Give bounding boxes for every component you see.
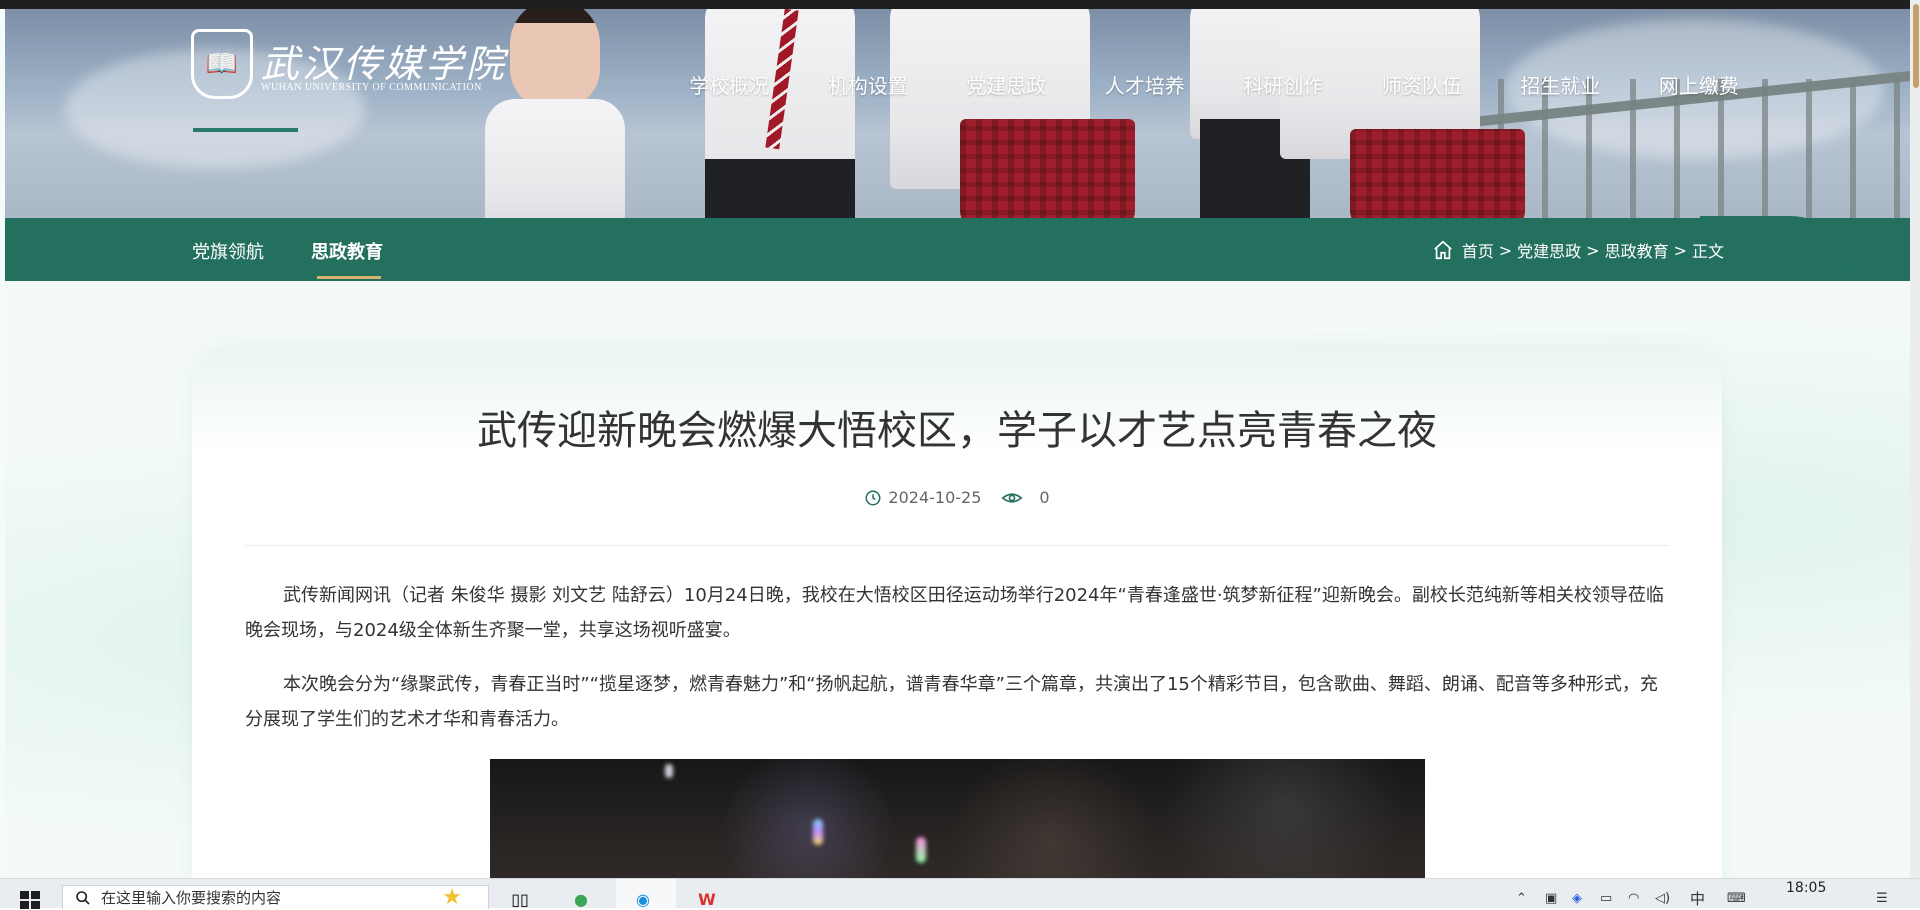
windows-taskbar: 在这里输入你要搜索的内容 ★ ▯▯ ● ◉ W ⌃ ▣ ◈ ▭ ◠ ◁) 中 ⌨… (0, 878, 1920, 910)
browser-top-strip (0, 0, 1910, 9)
chevron-up-icon[interactable]: ⌃ (1516, 891, 1527, 906)
nav-item-departments[interactable]: 机构设置 (799, 70, 938, 99)
article-photo (490, 759, 1425, 878)
article-date: 2024-10-25 (888, 488, 982, 507)
clock-icon (865, 490, 881, 505)
task-view-icon[interactable]: ▯▯ (507, 889, 533, 909)
home-icon (1433, 240, 1452, 260)
windows-start-button[interactable] (20, 891, 40, 909)
notification-icon[interactable]: ☰ (1876, 891, 1888, 906)
banner-student-skirt (1350, 129, 1525, 218)
eye-icon (1001, 492, 1024, 503)
search-icon (76, 890, 90, 905)
wechat-icon[interactable]: ● (568, 889, 594, 909)
article-paragraph: 武传新闻网讯（记者 朱俊华 摄影 刘文艺 陆舒云）10月24日晚，我校在大悟校区… (245, 585, 1664, 641)
breadcrumb-ideological-education[interactable]: 思政教育 (1605, 238, 1669, 262)
main-nav: 学校概况 机构设置 党建思政 人才培养 科研创作 师资队伍 招生就业 网上缴费 (660, 70, 1768, 99)
browser-viewport: 📖 武汉传媒学院 WUHAN UNIVERSITY OF COMMUNICATI… (0, 0, 1920, 878)
nav-item-admissions[interactable]: 招生就业 (1491, 70, 1630, 99)
wps-icon[interactable]: W (694, 889, 720, 909)
photo-light-stick (813, 819, 823, 845)
breadcrumb-current: 正文 (1691, 242, 1724, 261)
input-method-indicator[interactable]: 中 (1690, 888, 1705, 909)
article-title: 武传迎新晚会燃爆大悟校区，学子以才艺点亮青春之夜 (477, 408, 1437, 454)
article-view-count: 0 (1039, 488, 1050, 507)
article-views-group: 0 (1001, 488, 1050, 507)
logo-emblem-icon: 📖 (191, 29, 253, 99)
breadcrumb-separator: > (1673, 240, 1687, 260)
banner-student-pants (705, 159, 855, 218)
site-logo[interactable]: 📖 武汉传媒学院 WUHAN UNIVERSITY OF COMMUNICATI… (191, 29, 504, 109)
taskbar-search-placeholder: 在这里输入你要搜索的内容 (101, 889, 282, 907)
wifi-icon[interactable]: ◠ (1628, 891, 1639, 906)
banner-student (485, 99, 625, 218)
photo-light (665, 764, 673, 778)
nav-item-overview[interactable]: 学校概况 (660, 70, 799, 99)
breadcrumb-party-building[interactable]: 党建思政 (1517, 238, 1581, 262)
battery-icon[interactable]: ▭ (1600, 891, 1612, 906)
nav-item-online-payment[interactable]: 网上缴费 (1630, 70, 1769, 99)
article-meta: 2024-10-25 0 (192, 488, 1722, 507)
nav-item-faculty[interactable]: 师资队伍 (1353, 70, 1492, 99)
banner-student-face (510, 9, 600, 109)
breadcrumb-separator: > (1586, 240, 1600, 260)
article-date-group: 2024-10-25 (864, 488, 981, 507)
logo-name: 武汉传媒学院 (261, 42, 508, 86)
banner-student-skirt (960, 119, 1135, 218)
nav-item-party-building[interactable]: 党建思政 (937, 70, 1076, 99)
breadcrumb: 首页 > 党建思政 > 思政教育 > 正文 (1432, 238, 1724, 262)
taskbar-search-box[interactable]: 在这里输入你要搜索的内容 ★ (62, 885, 489, 910)
tray-security-icon[interactable]: ◈ (1572, 891, 1582, 906)
nav-item-talent-training[interactable]: 人才培养 (1076, 70, 1215, 99)
edge-browser-icon[interactable]: ◉ (630, 889, 656, 909)
logo-underline (193, 128, 298, 132)
page-scrollbar[interactable] (1910, 0, 1920, 878)
logo-english-name: WUHAN UNIVERSITY OF COMMUNICATION (261, 82, 482, 93)
subnav-item-ideological-education[interactable]: 思政教育 (311, 238, 383, 264)
taskbar-clock[interactable]: 18:05 (1786, 880, 1826, 896)
keyboard-icon[interactable]: ⌨ (1727, 891, 1746, 906)
meta-divider (245, 545, 1670, 546)
volume-icon[interactable]: ◁) (1655, 891, 1670, 906)
subnav-active-underline (317, 276, 381, 279)
star-icon: ★ (442, 885, 462, 910)
photo-light-stick (916, 837, 926, 863)
article-paragraph: 本次晚会分为“缘聚武传，青春正当时”“揽星逐梦，燃青春魅力”和“扬帆起航，谱青春… (245, 674, 1658, 730)
nav-item-research[interactable]: 科研创作 (1214, 70, 1353, 99)
subnav-item-party-flag[interactable]: 党旗领航 (192, 238, 264, 264)
scrollbar-thumb[interactable] (1913, 4, 1919, 88)
breadcrumb-home[interactable]: 首页 (1462, 238, 1494, 262)
breadcrumb-separator: > (1498, 240, 1513, 260)
tray-app-icon[interactable]: ▣ (1545, 891, 1557, 906)
